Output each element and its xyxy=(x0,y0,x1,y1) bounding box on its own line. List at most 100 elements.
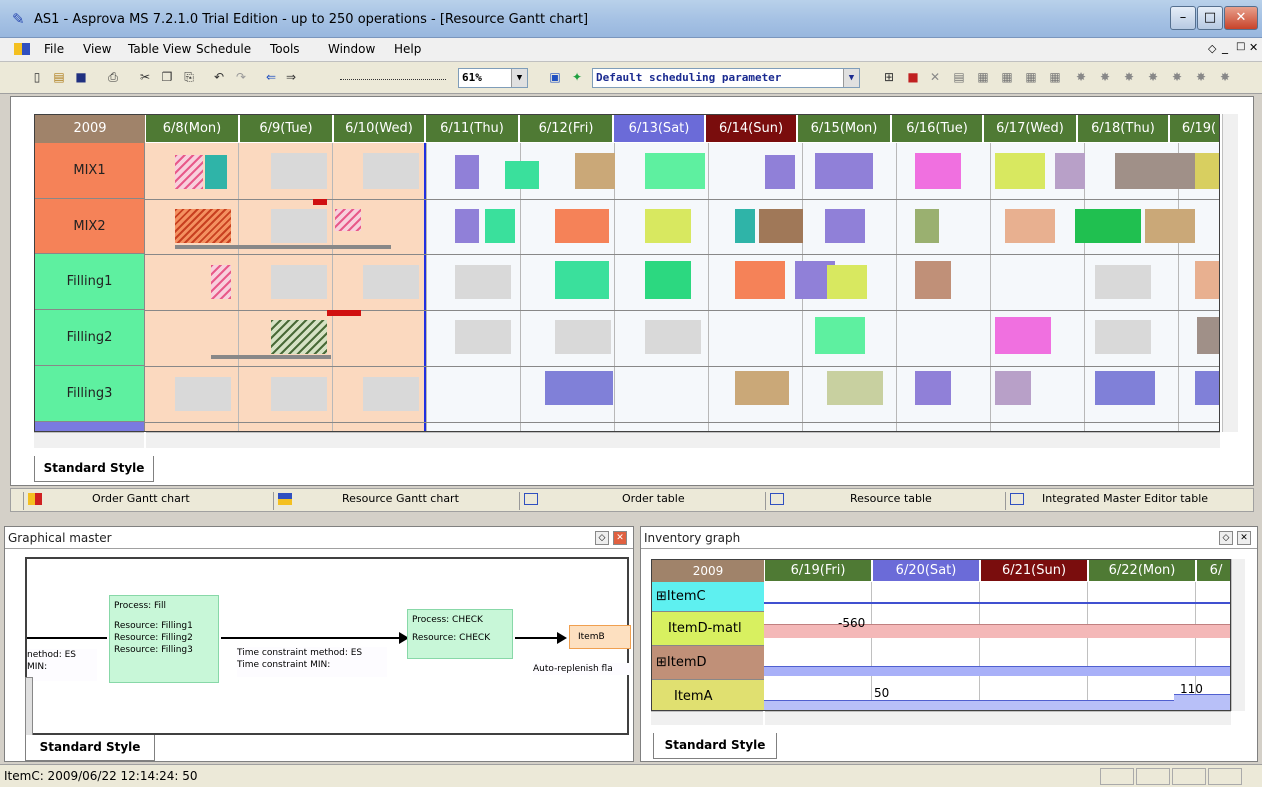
pin-icon[interactable]: ◇ xyxy=(1219,531,1233,545)
open-folder-icon[interactable]: ▤ xyxy=(50,68,68,86)
operation-block[interactable] xyxy=(645,209,691,243)
operation-block[interactable] xyxy=(335,209,361,231)
close-pane-button[interactable]: ✕ xyxy=(613,531,627,545)
inventory-item-scrollbar[interactable] xyxy=(651,711,763,725)
operation-block[interactable] xyxy=(915,153,961,189)
maximize-button[interactable]: □ xyxy=(1197,6,1223,30)
menu-tools[interactable]: Tools xyxy=(270,42,300,56)
tool4-icon[interactable]: ✸ xyxy=(1144,68,1162,86)
minimize-button[interactable]: – xyxy=(1170,6,1196,30)
table-icon[interactable]: ▤ xyxy=(950,68,968,86)
tool1-icon[interactable]: ✸ xyxy=(1072,68,1090,86)
item-node[interactable]: ItemB xyxy=(569,625,631,649)
copy-icon[interactable]: ❐ xyxy=(158,68,176,86)
tab-order-table[interactable]: Order table xyxy=(519,492,763,510)
tool3-icon[interactable]: ✸ xyxy=(1120,68,1138,86)
operation-block[interactable] xyxy=(815,153,873,189)
menu-file[interactable]: File xyxy=(44,42,64,56)
tab-resource-gantt-chart[interactable]: Resource Gantt chart xyxy=(273,492,517,510)
operation-block[interactable] xyxy=(915,209,939,243)
forward-arrow-icon[interactable]: ⇒ xyxy=(282,68,300,86)
resource-gantt-chart[interactable]: 2009 6/8(Mon) 6/9(Tue) 6/10(Wed) 6/11(Th… xyxy=(34,114,1220,432)
print-icon[interactable]: ⎙ xyxy=(104,68,122,86)
operation-block[interactable] xyxy=(1197,317,1219,354)
tool6-icon[interactable]: ✸ xyxy=(1192,68,1210,86)
mdi-close-button[interactable]: ✕ xyxy=(1249,41,1258,54)
process-check-node[interactable]: Process: CHECK Resource: CHECK xyxy=(407,609,513,659)
cut-icon[interactable]: ✂ xyxy=(136,68,154,86)
operation-block[interactable] xyxy=(759,209,803,243)
operation-block[interactable] xyxy=(205,155,227,189)
operation-block[interactable] xyxy=(995,153,1045,189)
operation-block[interactable] xyxy=(485,209,515,243)
inventory-vertical-scrollbar[interactable] xyxy=(1231,559,1245,711)
resource-row-next[interactable] xyxy=(35,422,145,431)
operation-block[interactable] xyxy=(1055,153,1085,189)
menu-view[interactable]: View xyxy=(83,42,111,56)
item-row-itemd[interactable]: ⊞ItemD xyxy=(652,646,764,680)
operation-block[interactable] xyxy=(1145,209,1195,243)
resource-row-mix1[interactable]: MIX1 xyxy=(35,143,145,199)
item-row-itemd-matl[interactable]: ItemD-matl xyxy=(652,612,764,646)
operation-block[interactable] xyxy=(735,371,789,405)
gantt-color-icon[interactable]: ■ xyxy=(904,68,922,86)
zoom-slider[interactable] xyxy=(340,76,446,80)
operation-block[interactable] xyxy=(1195,261,1219,299)
tab-resource-table[interactable]: Resource table xyxy=(765,492,1001,510)
pin-icon[interactable]: ◇ xyxy=(595,531,609,545)
operation-block[interactable] xyxy=(1195,153,1219,189)
menu-table-view[interactable]: Table View xyxy=(128,42,191,56)
process-fill-node[interactable]: Process: Fill Resource: Filling1 Resourc… xyxy=(109,595,219,683)
operation-block[interactable] xyxy=(915,371,951,405)
grid1-icon[interactable]: ▦ xyxy=(974,68,992,86)
inventory-horizontal-scrollbar[interactable] xyxy=(765,711,1231,725)
operation-block[interactable] xyxy=(455,209,479,243)
tool5-icon[interactable]: ✸ xyxy=(1168,68,1186,86)
operation-block[interactable] xyxy=(211,265,231,299)
delete-icon[interactable]: ✕ xyxy=(926,68,944,86)
menu-window[interactable]: Window xyxy=(328,42,375,56)
operation-block[interactable] xyxy=(995,371,1031,405)
operation-block[interactable] xyxy=(735,209,755,243)
graph-canvas[interactable]: nethod: ES MIN: Process: Fill Resource: F… xyxy=(25,557,631,735)
standard-style-tab[interactable]: Standard Style xyxy=(653,733,777,759)
operation-block[interactable] xyxy=(1095,371,1155,405)
operation-block[interactable] xyxy=(735,261,785,299)
mdi-maximize-button[interactable]: □ xyxy=(1236,41,1245,52)
tool7-icon[interactable]: ✸ xyxy=(1216,68,1234,86)
operation-block[interactable] xyxy=(455,155,479,189)
operation-block[interactable] xyxy=(555,209,609,243)
operation-block[interactable] xyxy=(765,155,795,189)
new-file-icon[interactable]: ▯ xyxy=(28,68,46,86)
operation-block[interactable] xyxy=(1005,209,1055,243)
mdi-minimize-button[interactable]: _ xyxy=(1222,40,1228,54)
grid3-icon[interactable]: ▦ xyxy=(1022,68,1040,86)
scheduling-parameter-select[interactable]: Default scheduling parameter ▼ xyxy=(592,68,860,88)
grid2-icon[interactable]: ▦ xyxy=(998,68,1016,86)
operation-block[interactable] xyxy=(815,317,865,354)
close-pane-button[interactable]: ✕ xyxy=(1237,531,1251,545)
operation-block[interactable] xyxy=(1075,209,1141,243)
back-arrow-icon[interactable]: ⇐ xyxy=(262,68,280,86)
save-icon[interactable]: ■ xyxy=(72,68,90,86)
menu-help[interactable]: Help xyxy=(394,42,421,56)
standard-style-tab[interactable]: Standard Style xyxy=(34,456,154,482)
close-button[interactable]: ✕ xyxy=(1224,6,1258,30)
schedule-run-icon[interactable]: ✦ xyxy=(568,68,586,86)
tab-order-gantt-chart[interactable]: Order Gantt chart xyxy=(23,492,271,510)
tab-integrated-master-editor-table[interactable]: Integrated Master Editor table xyxy=(1005,492,1245,510)
operation-block[interactable] xyxy=(271,320,327,354)
tool2-icon[interactable]: ✸ xyxy=(1096,68,1114,86)
operation-block[interactable] xyxy=(645,261,691,299)
item-row-itema[interactable]: ItemA xyxy=(652,680,764,710)
zoom-select[interactable]: 61% ▼ xyxy=(458,68,528,88)
operation-block[interactable] xyxy=(1115,153,1195,189)
operation-block[interactable] xyxy=(555,261,609,299)
operation-block[interactable] xyxy=(825,209,865,243)
inventory-grid[interactable]: 2009 6/19(Fri) 6/20(Sat) 6/21(Sun) 6/22(… xyxy=(651,559,1231,711)
gantt-resource-header-scrollbar[interactable] xyxy=(34,432,144,448)
operation-block[interactable] xyxy=(827,265,867,299)
standard-style-tab[interactable]: Standard Style xyxy=(25,735,155,761)
operation-block[interactable] xyxy=(545,371,613,405)
grid4-icon[interactable]: ▦ xyxy=(1046,68,1064,86)
